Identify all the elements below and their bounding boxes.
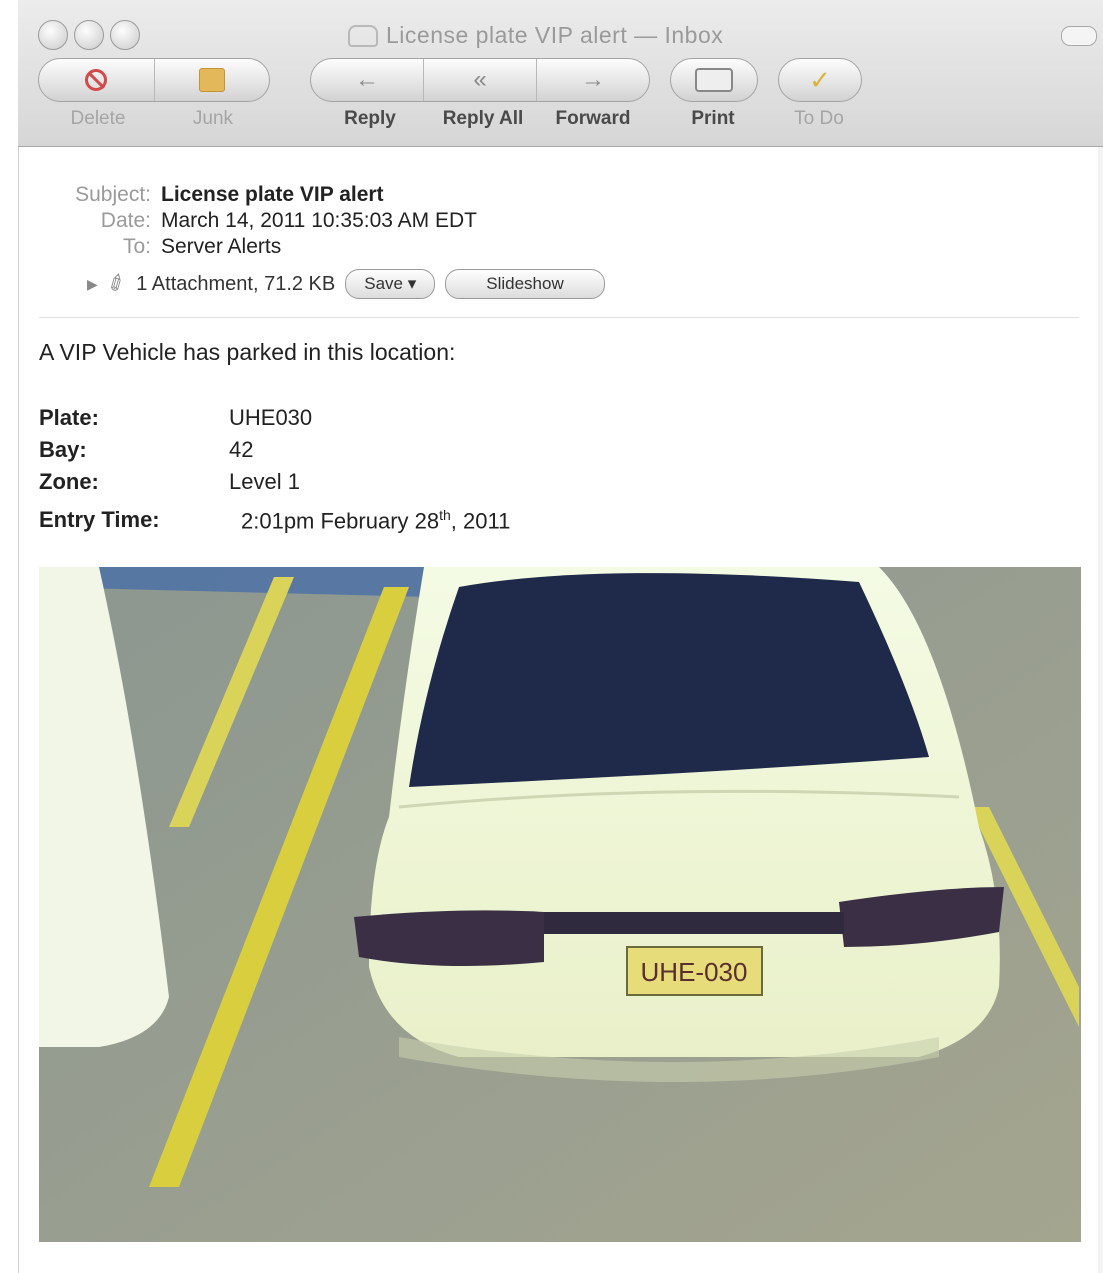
reply-all-label: Reply All xyxy=(442,108,524,129)
date-value: March 14, 2011 10:35:03 AM EDT xyxy=(161,209,477,232)
plate-value: UHE030 xyxy=(229,405,313,430)
forward-button[interactable]: → xyxy=(536,59,649,101)
window-controls xyxy=(38,20,140,50)
entry-time-value: 2:01pm February 28th, 2011 xyxy=(229,507,510,534)
delete-button[interactable] xyxy=(39,59,154,101)
to-key: To: xyxy=(122,235,151,258)
reply-button[interactable]: ← xyxy=(311,59,423,101)
vehicle-photo[interactable]: UHE-030 xyxy=(39,567,1081,1242)
plate-row: Plate: UHE030 xyxy=(39,405,312,431)
forward-arrow-icon: → xyxy=(581,66,605,93)
save-button[interactable]: Save ▾ xyxy=(345,269,436,299)
minimize-window-button[interactable] xyxy=(74,20,104,50)
window-title: License plate VIP alert — Inbox xyxy=(348,22,828,49)
todo-button[interactable]: ✓ xyxy=(778,58,862,102)
toolbar-toggle-button[interactable] xyxy=(1061,26,1097,46)
close-window-button[interactable] xyxy=(38,20,68,50)
plate-key: Plate: xyxy=(39,405,99,430)
reply-arrow-icon: ← xyxy=(355,66,379,93)
to-value[interactable]: Server Alerts xyxy=(161,235,281,259)
bay-row: Bay: 42 xyxy=(39,437,253,463)
delete-junk-group xyxy=(38,58,270,102)
reply-group: ← « → xyxy=(310,58,650,102)
print-label: Print xyxy=(691,108,735,129)
attachment-row: ▶ ✐ 1 Attachment, 71.2 KB Save ▾ Slidesh… xyxy=(87,268,605,300)
junk-button[interactable] xyxy=(153,59,270,101)
delete-label: Delete xyxy=(70,108,126,129)
bay-value: 42 xyxy=(229,437,254,462)
entry-time-suffix: th xyxy=(439,507,451,523)
window-title-text: License plate VIP alert — Inbox xyxy=(386,22,724,48)
reply-all-button[interactable]: « xyxy=(423,59,536,101)
header-divider xyxy=(39,317,1079,318)
forward-label: Forward xyxy=(555,108,631,129)
reply-all-arrow-icon: « xyxy=(473,66,487,93)
paperclip-icon: ✐ xyxy=(102,268,131,300)
zone-value: Level 1 xyxy=(229,469,300,494)
to-row: To: Server Alerts xyxy=(19,235,281,259)
delete-icon xyxy=(85,69,108,91)
license-plate-text: UHE-030 xyxy=(641,957,748,987)
checkmark-icon: ✓ xyxy=(809,65,831,95)
subject-row: Subject: License plate VIP alert xyxy=(19,183,384,207)
date-key: Date: xyxy=(100,209,151,232)
zoom-window-button[interactable] xyxy=(110,20,140,50)
entry-time-date: 2:01pm February 28 xyxy=(241,508,440,534)
reply-label: Reply xyxy=(344,108,396,129)
junk-icon xyxy=(198,68,225,92)
window-titlebar: License plate VIP alert — Inbox Delete J… xyxy=(18,0,1103,147)
vertical-scrollbar[interactable] xyxy=(1098,147,1103,1273)
entry-time-row: Entry Time: 2:01pm February 28th, 2011 xyxy=(39,507,510,534)
zone-key: Zone: xyxy=(39,469,99,494)
junk-label: Junk xyxy=(192,108,234,129)
date-row: Date: March 14, 2011 10:35:03 AM EDT xyxy=(19,209,477,233)
slideshow-button[interactable]: Slideshow xyxy=(445,269,605,299)
print-button[interactable] xyxy=(670,58,758,102)
subject-value: License plate VIP alert xyxy=(161,183,384,206)
toolbar: Delete Junk ← « → Reply Reply All Forwar… xyxy=(38,58,878,138)
entry-time-year: , 2011 xyxy=(450,508,511,534)
todo-label: To Do xyxy=(794,108,844,129)
attachment-info: 1 Attachment, 71.2 KB xyxy=(136,272,336,295)
envelope-icon xyxy=(348,24,378,47)
printer-icon xyxy=(695,68,733,92)
bay-key: Bay: xyxy=(39,437,87,462)
subject-key: Subject: xyxy=(75,183,151,206)
zone-row: Zone: Level 1 xyxy=(39,469,300,495)
message-pane: Subject: License plate VIP alert Date: M… xyxy=(18,147,1103,1273)
disclosure-triangle-icon[interactable]: ▶ xyxy=(87,276,98,293)
intro-text: A VIP Vehicle has parked in this locatio… xyxy=(39,339,456,365)
entry-time-key: Entry Time: xyxy=(39,507,160,532)
